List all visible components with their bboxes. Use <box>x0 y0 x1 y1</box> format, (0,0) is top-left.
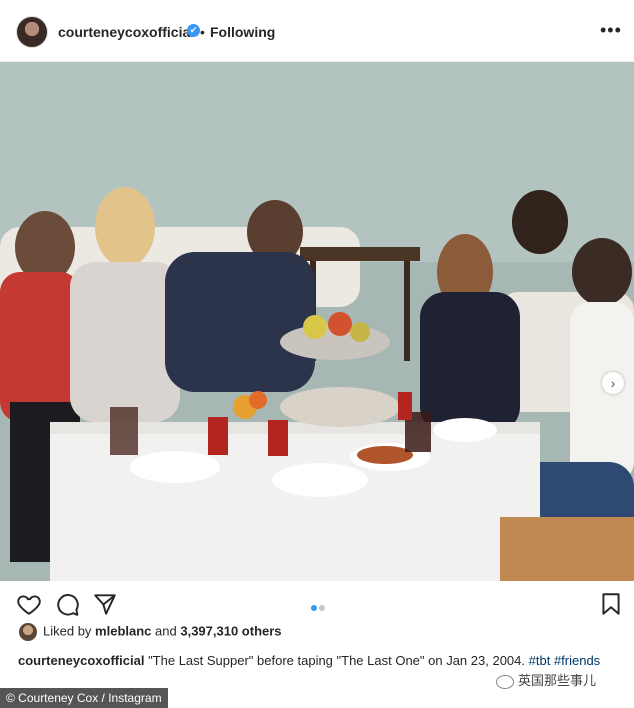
post-photo[interactable]: › <box>0 62 634 581</box>
caption-username-link[interactable]: courteneycoxofficial <box>18 653 144 668</box>
likes-prefix: Liked by <box>43 623 92 639</box>
liker-username-link[interactable]: mleblanc <box>95 623 151 638</box>
hashtag-link[interactable]: #tbt <box>529 653 551 668</box>
carousel-dot <box>319 605 325 611</box>
carousel-dot-active <box>311 605 317 611</box>
following-button[interactable]: Following <box>210 24 275 40</box>
post-caption: courteneycoxofficial "The Last Supper" b… <box>18 653 600 668</box>
caption-text: "The Last Supper" before taping "The Las… <box>148 653 525 668</box>
hashtag-link[interactable]: #friends <box>554 653 600 668</box>
bookmark-icon[interactable] <box>598 591 624 617</box>
post-header: courteneycoxofficial ✔ • Following ••• <box>0 0 634 62</box>
photo-illustration <box>0 62 634 581</box>
heart-icon[interactable] <box>16 591 42 617</box>
comment-icon[interactable] <box>54 591 80 617</box>
watermark-text: 英国那些事儿 <box>518 673 597 688</box>
liker-avatar[interactable] <box>19 623 37 641</box>
username-link[interactable]: courteneycoxofficial <box>58 24 194 40</box>
verified-badge-icon: ✔ <box>187 24 200 37</box>
likes-line: Liked by mleblanc and 3,397,310 others <box>19 623 282 643</box>
likes-count-link[interactable]: 3,397,310 others <box>180 623 281 638</box>
photo-credit: © Courteney Cox / Instagram <box>0 688 168 708</box>
carousel-next-button[interactable]: › <box>602 372 624 394</box>
profile-avatar[interactable] <box>16 16 48 48</box>
paper-plane-icon[interactable] <box>92 591 118 617</box>
separator-dot: • <box>200 24 205 40</box>
more-options-icon[interactable]: ••• <box>600 20 622 41</box>
chevron-right-icon: › <box>610 375 616 391</box>
wechat-logo-icon <box>496 674 514 689</box>
watermark: 英国那些事儿 <box>496 670 596 689</box>
likes-and: and <box>155 623 177 639</box>
carousel-indicator <box>310 598 326 616</box>
